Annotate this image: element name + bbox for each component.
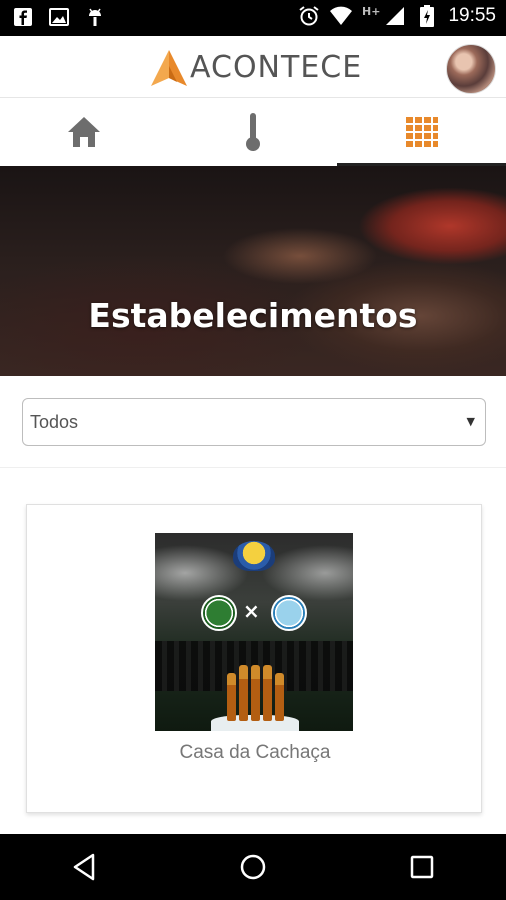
app-logo[interactable]: ACONTECE bbox=[150, 48, 362, 88]
category-select-value: Todos bbox=[30, 411, 79, 432]
dropdown-arrow-icon: ▼ bbox=[466, 415, 475, 428]
system-nav-bar bbox=[0, 834, 506, 900]
wifi-icon bbox=[330, 5, 353, 27]
nav-back-button[interactable] bbox=[54, 837, 114, 897]
alarm-icon bbox=[298, 5, 320, 27]
battery-icon bbox=[416, 5, 438, 27]
page-title: Estabelecimentos bbox=[88, 296, 418, 335]
establishment-image[interactable]: × bbox=[155, 533, 353, 731]
status-system: H+ 19:55 bbox=[298, 5, 496, 27]
thermometer-icon bbox=[245, 113, 260, 151]
tab-bar bbox=[0, 98, 506, 166]
home-icon bbox=[68, 117, 101, 147]
versus-mark: × bbox=[243, 599, 260, 623]
image-icon bbox=[48, 6, 70, 28]
network-type: H+ bbox=[362, 4, 381, 18]
filter-area: Todos ▼ bbox=[0, 376, 506, 468]
nav-recents-button[interactable] bbox=[392, 837, 452, 897]
establishment-name[interactable]: Casa da Cachaça bbox=[27, 742, 483, 764]
avatar[interactable] bbox=[446, 44, 496, 94]
nav-home-button[interactable] bbox=[223, 837, 283, 897]
team-crest-left-icon bbox=[201, 595, 237, 631]
category-select[interactable]: Todos ▼ bbox=[22, 398, 486, 446]
recents-icon bbox=[410, 855, 433, 879]
logo-triangle-icon bbox=[151, 50, 187, 86]
status-bar: H+ 19:55 bbox=[0, 0, 506, 36]
event-logo-icon bbox=[233, 541, 275, 571]
android-icon bbox=[84, 6, 106, 28]
hero-banner: Estabelecimentos bbox=[0, 166, 506, 376]
status-clock: 19:55 bbox=[448, 5, 496, 26]
grid-icon bbox=[405, 117, 438, 147]
signal-icon bbox=[384, 5, 406, 27]
app-header: ACONTECE bbox=[0, 36, 506, 98]
tab-weather[interactable] bbox=[169, 98, 338, 166]
team-crest-right-icon bbox=[271, 595, 307, 631]
facebook-icon bbox=[12, 6, 34, 28]
establishment-card[interactable]: × Casa da Cachaça bbox=[26, 504, 482, 813]
home-circle-icon bbox=[240, 854, 266, 880]
tab-establishments[interactable] bbox=[337, 98, 506, 166]
beer-bottles-icon bbox=[225, 657, 285, 721]
tab-home[interactable] bbox=[0, 98, 169, 166]
establishment-list: × Casa da Cachaça bbox=[0, 468, 506, 834]
logo-text: ACONTECE bbox=[190, 50, 363, 85]
back-icon bbox=[74, 853, 95, 881]
status-notifications bbox=[12, 6, 106, 28]
